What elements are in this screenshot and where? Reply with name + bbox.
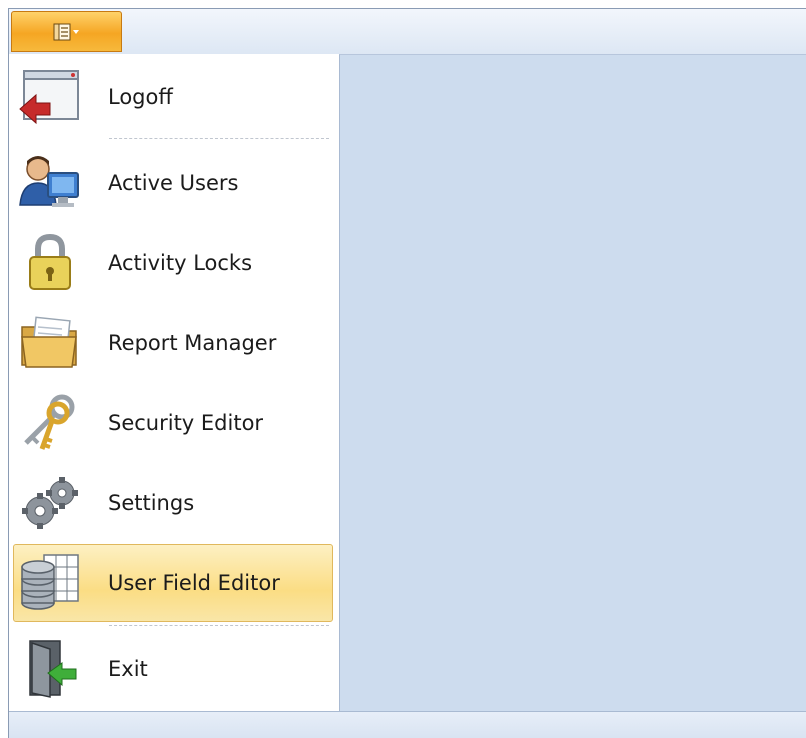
ribbon-bar: [9, 9, 806, 55]
application-window: Logoff Active Users Activity Locks Repor…: [8, 8, 806, 738]
menu-item-label: Security Editor: [108, 411, 264, 435]
app-menu-icon: [53, 23, 79, 40]
menu-item-label: Settings: [108, 491, 195, 515]
menu-item-label: Report Manager: [108, 331, 277, 355]
separator: [109, 138, 329, 139]
exit-door-icon: [18, 637, 82, 701]
menu-item-settings[interactable]: Settings: [13, 464, 333, 542]
menu-item-security-editor[interactable]: Security Editor: [13, 384, 333, 462]
menu-item-exit[interactable]: Exit: [13, 630, 333, 708]
folder-icon: [18, 311, 82, 375]
menu-item-logoff[interactable]: Logoff: [13, 58, 333, 136]
separator: [109, 625, 329, 626]
status-bar: [9, 711, 806, 738]
menu-item-label: Active Users: [108, 171, 239, 195]
menu-item-label: User Field Editor: [108, 571, 280, 595]
active-users-icon: [18, 151, 82, 215]
menu-item-user-field-editor[interactable]: User Field Editor: [13, 544, 333, 622]
lock-icon: [18, 231, 82, 295]
menu-item-activity-locks[interactable]: Activity Locks: [13, 224, 333, 302]
menu-item-label: Activity Locks: [108, 251, 253, 275]
recent-items-pane: [339, 54, 806, 712]
app-menu-button[interactable]: [11, 11, 122, 52]
menu-item-report-manager[interactable]: Report Manager: [13, 304, 333, 382]
application-menu: Logoff Active Users Activity Locks Repor…: [9, 54, 340, 724]
logoff-icon: [18, 65, 82, 129]
menu-item-active-users[interactable]: Active Users: [13, 144, 333, 222]
gears-icon: [18, 471, 82, 535]
menu-item-label: Exit: [108, 657, 148, 681]
database-grid-icon: [18, 551, 82, 615]
keys-icon: [18, 391, 82, 455]
chevron-down-icon: [72, 29, 79, 34]
menu-item-label: Logoff: [108, 85, 173, 109]
